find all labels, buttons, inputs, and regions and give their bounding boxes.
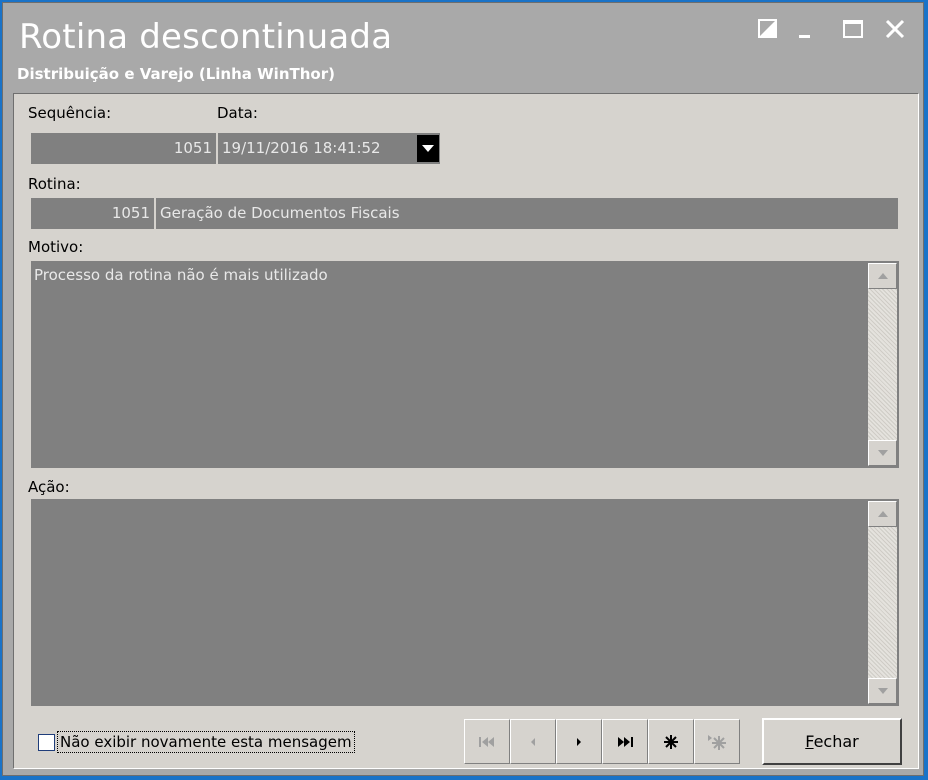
insert-icon: [664, 734, 678, 749]
motivo-scrollbar[interactable]: [868, 263, 897, 466]
scroll-down-button[interactable]: [868, 678, 897, 704]
rotina-code-field[interactable]: 1051: [31, 198, 154, 229]
dont-show-again-option[interactable]: Não exibir novamente esta mensagem: [38, 728, 355, 756]
dont-show-again-label: Não exibir novamente esta mensagem: [57, 731, 355, 753]
next-icon: [577, 737, 581, 746]
scroll-down-button[interactable]: [868, 440, 897, 466]
motivo-text: Processo da rotina não é mais utilizado: [34, 266, 328, 284]
minimize-icon[interactable]: [796, 17, 820, 41]
rotina-name-field[interactable]: Geração de Documentos Fiscais: [156, 198, 898, 229]
close-button-text: echar: [813, 732, 859, 751]
maximize-icon[interactable]: [841, 17, 865, 41]
form-panel: Sequência: 1051 Data: 19/11/2016 18:41:5…: [13, 93, 919, 769]
sequencia-label: Sequência:: [28, 104, 112, 122]
restore-icon[interactable]: [756, 17, 780, 41]
close-button-accel: F: [805, 732, 814, 751]
nav-prior-button[interactable]: [510, 719, 556, 764]
window-subtitle: Distribuição e Varejo (Linha WinThor): [17, 65, 335, 83]
prior-icon: [531, 737, 535, 746]
nav-insert-after-button[interactable]: [694, 719, 740, 764]
arrow-up-icon: [877, 273, 888, 279]
acao-scrollbar[interactable]: [868, 501, 897, 704]
date-dropdown-button[interactable]: [417, 135, 439, 162]
insert-after-icon: [708, 734, 726, 750]
nav-last-button[interactable]: [602, 719, 648, 764]
last-icon: [618, 736, 633, 747]
sequencia-field[interactable]: 1051: [31, 133, 216, 164]
close-icon[interactable]: [883, 17, 907, 41]
record-navigator: [464, 719, 740, 764]
motivo-memo[interactable]: Processo da rotina não é mais utilizado: [31, 261, 899, 468]
scroll-up-button[interactable]: [868, 501, 897, 527]
nav-first-button[interactable]: [464, 719, 510, 764]
arrow-down-icon: [877, 450, 888, 456]
motivo-label: Motivo:: [28, 238, 84, 256]
dialog-window: Rotina descontinuada Distribuição e Vare…: [2, 2, 924, 776]
window-title: Rotina descontinuada: [19, 17, 393, 57]
arrow-down-icon: [877, 688, 888, 694]
acao-memo[interactable]: [31, 499, 899, 706]
first-icon: [479, 736, 494, 747]
chevron-down-icon: [422, 144, 434, 152]
scroll-up-button[interactable]: [868, 263, 897, 289]
data-label: Data:: [217, 104, 258, 122]
nav-next-button[interactable]: [556, 719, 602, 764]
acao-label: Ação:: [28, 478, 70, 496]
arrow-up-icon: [877, 511, 888, 517]
rotina-label: Rotina:: [28, 175, 81, 193]
close-button[interactable]: Fechar: [762, 718, 902, 765]
title-bar[interactable]: Rotina descontinuada Distribuição e Vare…: [3, 3, 923, 93]
nav-insert-button[interactable]: [648, 719, 694, 764]
data-field[interactable]: 19/11/2016 18:41:52: [218, 133, 440, 164]
dont-show-again-checkbox[interactable]: [38, 733, 55, 751]
